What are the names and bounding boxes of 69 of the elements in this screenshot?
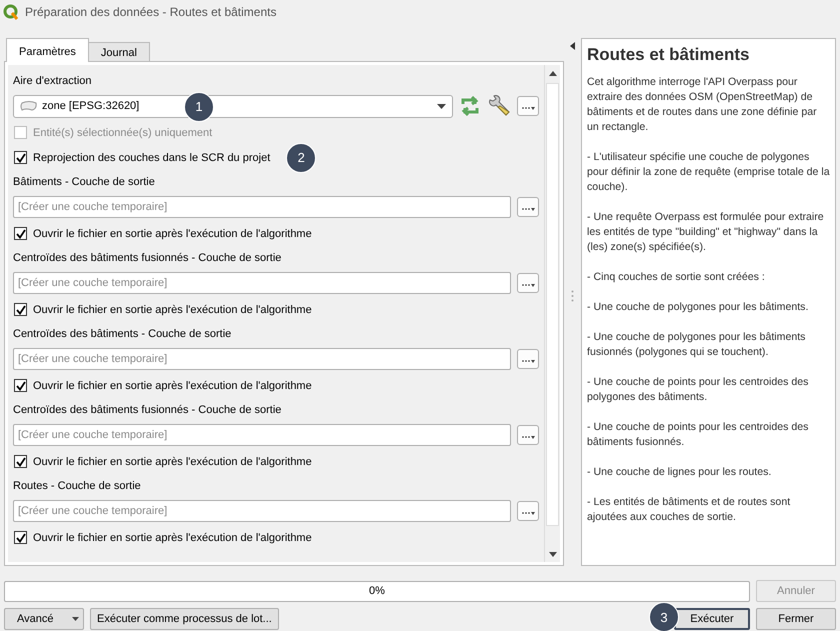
more-icon — [521, 358, 535, 364]
field-label: Centroïdes des bâtiments fusionnés - Couche de sortie — [13, 402, 282, 418]
more-icon — [521, 282, 535, 288]
help-paragraph: - Cinq couches de sortie sont créées : — [587, 270, 766, 285]
field-label: Routes - Couche de sortie — [13, 478, 142, 494]
checkbox-label: Entité(s) sélectionnée(s) uniquement — [33, 126, 212, 138]
help-paragraph: - Une couche de polygones pour les bâtiments fusionnés (polygones qui se touchent). — [587, 330, 806, 360]
options-button[interactable] — [517, 273, 539, 293]
output-field[interactable]: [Créer une couche temporaire] — [13, 196, 511, 218]
help-paragraph: - Une requête Overpass est formulée pour extraire les entités de type "building" et "highway" dans la (les) zone(s) spécifiée(s). — [587, 210, 825, 255]
checkbox[interactable] — [14, 151, 27, 164]
scrollbar[interactable] — [544, 65, 560, 562]
field-label: Aire d'extraction — [13, 74, 93, 88]
caret-icon — [437, 104, 446, 108]
help-paragraph: - Une couche de lignes pour les routes. — [587, 465, 772, 480]
scroll-down-icon[interactable] — [548, 552, 556, 556]
collapse-icon[interactable] — [570, 42, 575, 50]
checkbox-label: Ouvrir le fichier en sortie après l'exécution de l'algorithme — [33, 304, 312, 316]
more-icon — [521, 434, 535, 440]
splitter-handle-icon[interactable] — [571, 290, 574, 302]
checkbox-label: Ouvrir le fichier en sortie après l'exécution de l'algorithme — [33, 380, 312, 392]
output-field[interactable]: [Créer une couche temporaire] — [13, 348, 511, 370]
output-field[interactable]: [Créer une couche temporaire] — [13, 500, 511, 522]
options-button[interactable] — [517, 197, 539, 217]
close-button[interactable]: Fermer — [756, 608, 836, 630]
help-title: Routes et bâtiments — [587, 45, 750, 65]
progress-text: 0% — [369, 585, 385, 597]
checkbox-label: Ouvrir le fichier en sortie après l'exécution de l'algorithme — [33, 532, 312, 544]
help-paragraph: - L'utilisateur spécifie une couche de polygones pour définir la zone de requête (emprise totale de la couche). — [587, 150, 830, 195]
help-paragraph: Cet algorithme interroge l'API Overpass pour extraire des données OSM (OpenStreetMap) de bâtiments et de routes dans une zone définie par un rectangle. — [587, 75, 818, 135]
tab[interactable]: Journal — [88, 42, 150, 62]
run-button[interactable]: Exécuter — [674, 608, 750, 630]
refresh-icon[interactable] — [459, 96, 481, 116]
help-paragraph: - Une couche de points pour les centroides des bâtiments fusionnés. — [587, 420, 810, 450]
field-label: Centroïdes des bâtiments - Couche de sortie — [13, 326, 232, 342]
callout-badge: 3 — [649, 602, 679, 631]
checkbox-label: Ouvrir le fichier en sortie après l'exécution de l'algorithme — [33, 456, 312, 468]
more-icon — [521, 206, 535, 212]
scroll-up-icon[interactable] — [548, 70, 556, 76]
options-button[interactable] — [517, 349, 539, 369]
field-label: Bâtiments - Couche de sortie — [13, 174, 156, 190]
tab[interactable]: Paramètres — [6, 38, 89, 62]
checkbox[interactable] — [14, 455, 27, 468]
checkbox[interactable] — [14, 379, 27, 392]
options-button[interactable] — [517, 501, 539, 521]
checkbox[interactable] — [14, 227, 27, 240]
checkbox[interactable] — [14, 303, 27, 316]
output-field[interactable]: [Créer une couche temporaire] — [13, 272, 511, 294]
checkbox[interactable] — [14, 531, 27, 544]
window-title: Préparation des données - Routes et bâtiments — [25, 5, 276, 19]
app-logo-icon — [3, 4, 19, 20]
callout-badge: 2 — [286, 142, 316, 172]
checkbox-label: Reprojection des couches dans le SCR du projet — [33, 152, 270, 164]
wrench-icon[interactable] — [487, 95, 511, 117]
more-icon — [521, 105, 535, 111]
options-button[interactable] — [517, 96, 539, 116]
output-field[interactable]: [Créer une couche temporaire] — [13, 424, 511, 446]
advanced-dropdown[interactable]: Avancé — [4, 608, 84, 630]
more-icon — [521, 510, 535, 516]
callout-badge: 1 — [184, 92, 214, 122]
polygon-layer-icon — [20, 100, 38, 112]
checkbox-label: Ouvrir le fichier en sortie après l'exécution de l'algorithme — [33, 228, 312, 240]
help-paragraph: - Les entités de bâtiments et de routes sont ajoutées aux couches de sortie. — [587, 495, 792, 525]
caret-icon — [72, 617, 79, 621]
field-label: Centroïdes des bâtiments fusionnés - Couche de sortie — [13, 250, 282, 266]
help-paragraph: - Une couche de points pour les centroides des polygones des bâtiments. — [587, 375, 810, 405]
options-button[interactable] — [517, 425, 539, 445]
help-paragraph: - Une couche de polygones pour les bâtiments. — [587, 300, 810, 315]
batch-button[interactable]: Exécuter comme processus de lot... — [90, 608, 279, 630]
